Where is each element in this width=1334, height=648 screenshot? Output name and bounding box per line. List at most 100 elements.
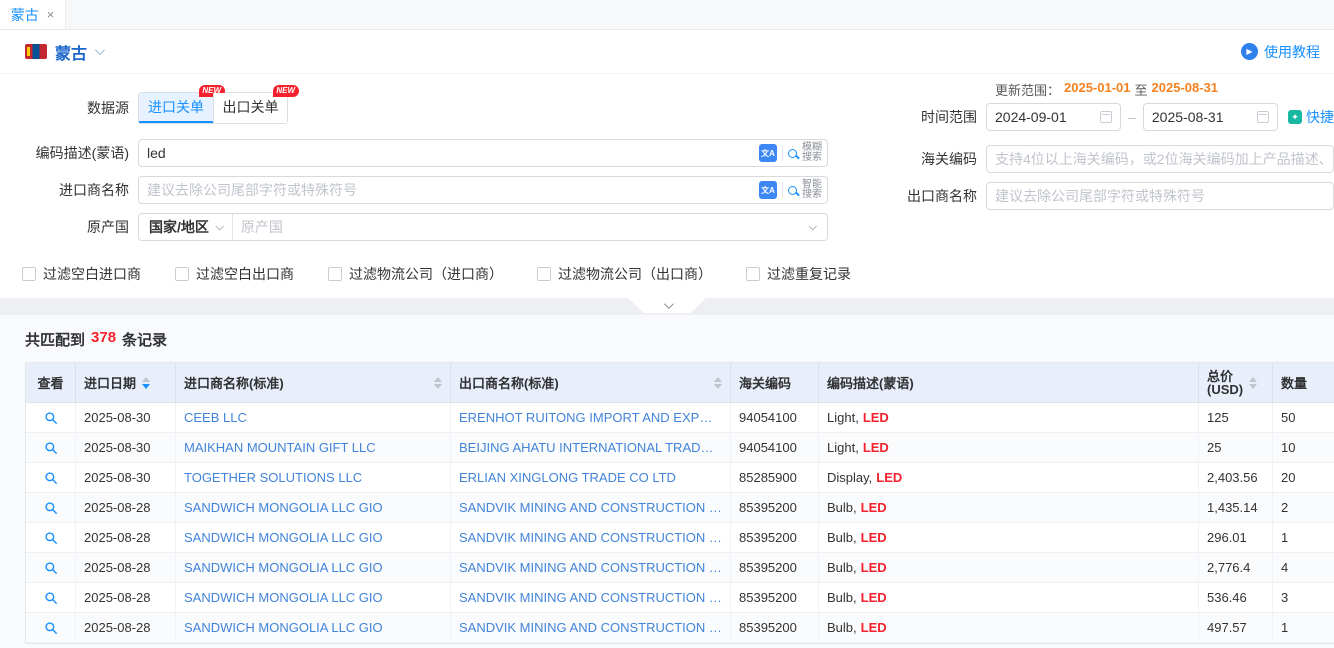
start-date-value: 2024-09-01	[995, 109, 1094, 125]
collapse-filters-button[interactable]	[628, 298, 706, 313]
exporter-inputbox	[986, 182, 1334, 210]
view-record-button[interactable]	[44, 531, 58, 545]
description-highlight: LED	[876, 470, 902, 485]
chevron-down-icon[interactable]	[808, 222, 816, 230]
importer-link[interactable]: SANDWICH MONGOLIA LLC GIO	[184, 590, 383, 605]
exporter-link[interactable]: ERLIAN XINGLONG TRADE CO LTD	[459, 470, 676, 485]
view-record-button[interactable]	[44, 501, 58, 515]
sort-icon[interactable]	[1249, 377, 1257, 389]
checkbox-filter-duplicates[interactable]: 过滤重复记录	[746, 264, 851, 284]
tab-export-label: 出口关单	[223, 99, 279, 115]
hs-code-input[interactable]	[987, 146, 1333, 172]
exporter-link[interactable]: SANDVIK MINING AND CONSTRUCTION L...	[459, 560, 722, 575]
result-count-prefix: 共匹配到	[25, 329, 85, 350]
table-body: 2025-08-30 CEEB LLC ERENHOT RUITONG IMPO…	[26, 403, 1334, 643]
description-text: Bulb,	[827, 620, 857, 635]
view-record-button[interactable]	[44, 411, 58, 425]
calendar-icon	[1100, 111, 1112, 123]
fuzzy-search-toggle[interactable]: 模糊 搜索	[788, 143, 822, 163]
code-desc-input[interactable]	[139, 140, 759, 166]
view-record-button[interactable]	[44, 471, 58, 485]
cell-hs-code: 85395200	[731, 493, 819, 522]
checkbox-filter-logistics-exporter[interactable]: 过滤物流公司（出口商）	[537, 264, 712, 284]
sort-icon[interactable]	[434, 377, 442, 389]
column-header-description: 编码描述(蒙语)	[819, 363, 1199, 402]
column-label: 总价	[1207, 370, 1243, 383]
translate-icon[interactable]: 文A	[759, 181, 777, 199]
region-type-select[interactable]: 国家/地区	[139, 214, 233, 240]
checkbox-label: 过滤空白出口商	[196, 264, 294, 284]
magnifier-icon	[44, 441, 58, 455]
tab-export-declarations[interactable]: 出口关单 NEW	[213, 93, 287, 123]
importer-link[interactable]: SANDWICH MONGOLIA LLC GIO	[184, 560, 383, 575]
view-record-button[interactable]	[44, 621, 58, 635]
tab-mongolia[interactable]: 蒙古 ×	[0, 0, 66, 29]
exporter-link[interactable]: SANDVIK MINING AND CONSTRUCTION L...	[459, 590, 722, 605]
cell-import-date: 2025-08-30	[76, 463, 176, 492]
magnifier-icon	[44, 471, 58, 485]
importer-link[interactable]: SANDWICH MONGOLIA LLC GIO	[184, 500, 383, 515]
mode-line2: 搜索	[802, 153, 822, 163]
column-header-exporter[interactable]: 出口商名称(标准)	[451, 363, 731, 402]
cell-description: Display, LED	[819, 463, 1199, 492]
sort-icon[interactable]	[142, 377, 150, 389]
importer-link[interactable]: TOGETHER SOLUTIONS LLC	[184, 470, 362, 485]
chevron-down-icon	[215, 222, 223, 230]
exporter-link[interactable]: SANDVIK MINING AND CONSTRUCTION L...	[459, 500, 722, 515]
end-date-picker[interactable]: 2025-08-31	[1143, 103, 1278, 131]
update-range-to: 2025-08-31	[1152, 80, 1219, 99]
importer-inputbox: 文A 智能 搜索	[138, 176, 828, 204]
checkbox-filter-logistics-importer[interactable]: 过滤物流公司（进口商）	[328, 264, 503, 284]
chevron-down-icon	[95, 45, 105, 55]
description-highlight: LED	[861, 560, 887, 575]
exporter-link[interactable]: SANDVIK MINING AND CONSTRUCTION L...	[459, 620, 722, 635]
origin-input[interactable]	[233, 214, 809, 240]
close-icon[interactable]: ×	[47, 7, 55, 22]
column-header-importer[interactable]: 进口商名称(标准)	[176, 363, 451, 402]
country-selector[interactable]: 蒙古	[25, 40, 102, 64]
checkbox-filter-blank-exporter[interactable]: 过滤空白出口商	[175, 264, 294, 284]
update-range-word: 至	[1135, 80, 1148, 99]
data-source-tabs: 进口关单 NEW 出口关单 NEW	[138, 92, 288, 124]
description-highlight: LED	[861, 590, 887, 605]
checkbox-icon	[746, 267, 760, 281]
cell-total-usd: 25	[1199, 433, 1273, 462]
column-label: (USD)	[1207, 383, 1243, 396]
description-text: Bulb,	[827, 530, 857, 545]
sort-icon[interactable]	[714, 377, 722, 389]
smart-search-toggle[interactable]: 智能 搜索	[788, 180, 822, 200]
quick-select-button[interactable]: ✦ 快捷	[1288, 107, 1334, 127]
translate-icon[interactable]: 文A	[759, 144, 777, 162]
importer-link[interactable]: SANDWICH MONGOLIA LLC GIO	[184, 620, 383, 635]
exporter-link[interactable]: ERENHOT RUITONG IMPORT AND EXPORT ...	[459, 410, 722, 425]
hs-code-label: 海关编码	[848, 149, 986, 169]
tab-import-declarations[interactable]: 进口关单 NEW	[139, 93, 213, 123]
cell-quantity: 10	[1273, 433, 1334, 462]
description-highlight: LED	[861, 530, 887, 545]
column-header-total[interactable]: 总价 (USD)	[1199, 363, 1273, 402]
view-record-button[interactable]	[44, 561, 58, 575]
checkbox-filter-blank-importer[interactable]: 过滤空白进口商	[22, 264, 141, 284]
description-text: Light,	[827, 410, 859, 425]
checkbox-icon	[328, 267, 342, 281]
column-header-date[interactable]: 进口日期	[76, 363, 176, 402]
start-date-picker[interactable]: 2024-09-01	[986, 103, 1121, 131]
checkbox-icon	[22, 267, 36, 281]
cell-hs-code: 94054100	[731, 433, 819, 462]
importer-link[interactable]: MAIKHAN MOUNTAIN GIFT LLC	[184, 440, 376, 455]
cell-quantity: 2	[1273, 493, 1334, 522]
filter-left-column: 数据源 进口关单 NEW 出口关单 NEW 编码描述(蒙语) 文A	[0, 80, 848, 250]
exporter-link[interactable]: SANDVIK MINING AND CONSTRUCTION L...	[459, 530, 722, 545]
result-count: 共匹配到 378 条记录	[25, 329, 1334, 350]
importer-link[interactable]: CEEB LLC	[184, 410, 247, 425]
cell-import-date: 2025-08-30	[76, 403, 176, 432]
exporter-input[interactable]	[987, 183, 1333, 209]
exporter-link[interactable]: BEIJING AHATU INTERNATIONAL TRADE C...	[459, 440, 722, 455]
cell-hs-code: 85395200	[731, 523, 819, 552]
view-record-button[interactable]	[44, 441, 58, 455]
importer-link[interactable]: SANDWICH MONGOLIA LLC GIO	[184, 530, 383, 545]
view-record-button[interactable]	[44, 591, 58, 605]
importer-input[interactable]	[139, 177, 759, 203]
window-tab-bar: 蒙古 ×	[0, 0, 1334, 30]
tutorial-link[interactable]: ▶ 使用教程	[1241, 42, 1320, 62]
